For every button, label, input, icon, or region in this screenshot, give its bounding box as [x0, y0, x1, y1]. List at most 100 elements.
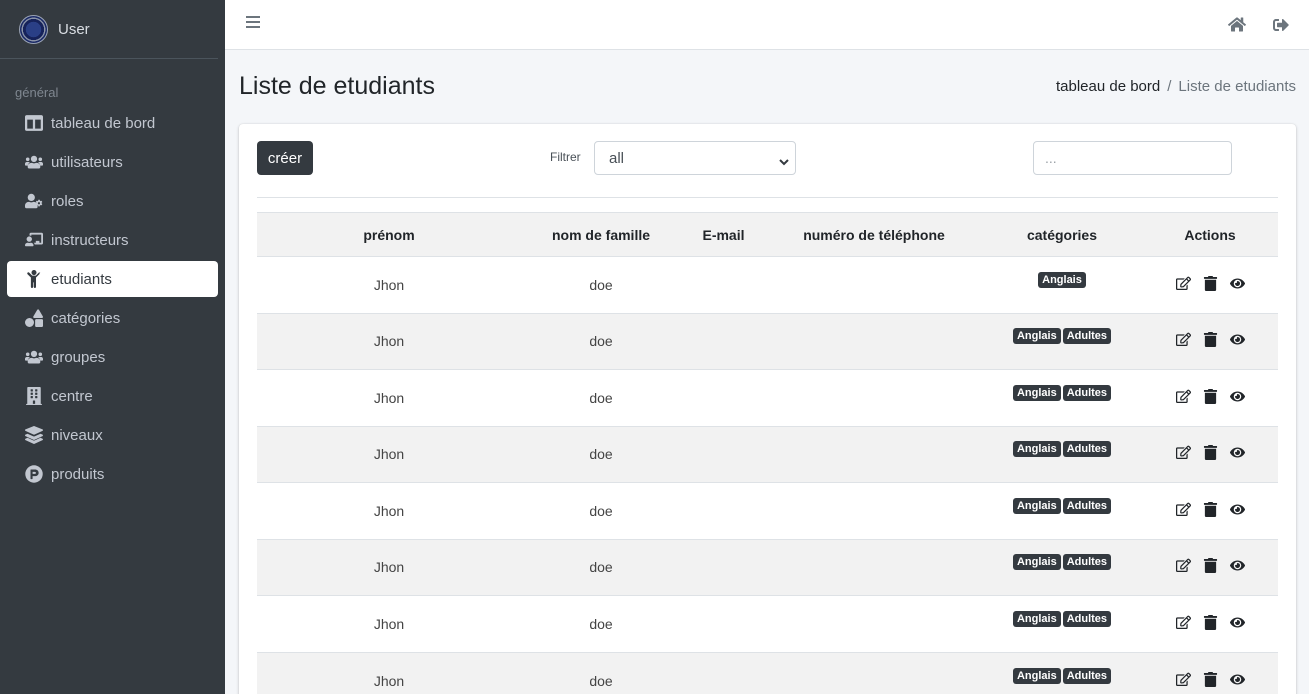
- layer-group-icon: [24, 426, 43, 445]
- cell-email: [681, 595, 766, 652]
- home-icon[interactable]: [1228, 16, 1246, 33]
- sidebar-item-label: tableau de bord: [51, 114, 156, 132]
- trash-icon[interactable]: [1203, 445, 1218, 461]
- eye-icon[interactable]: [1229, 389, 1245, 404]
- edit-icon[interactable]: [1175, 615, 1191, 630]
- sidebar-brand[interactable]: User: [0, 0, 218, 59]
- table-row: Jhon doe Anglais: [257, 256, 1278, 313]
- product-p-icon: [24, 465, 43, 484]
- child-icon: [24, 270, 43, 289]
- cell-nom: doe: [521, 651, 681, 694]
- filter-label: Filtrer: [550, 150, 581, 164]
- edit-icon[interactable]: [1175, 389, 1191, 404]
- sidebar-item-label: niveaux: [51, 426, 103, 444]
- category-badge: Adultes: [1062, 667, 1112, 684]
- cell-phone: [766, 256, 982, 313]
- table-header-row: prénom nom de famille E-mail numéro de t…: [257, 212, 1278, 257]
- sidebar-item-roles[interactable]: roles: [7, 183, 218, 219]
- eye-icon[interactable]: [1229, 445, 1245, 460]
- sidebar-item-categories[interactable]: catégories: [7, 300, 218, 336]
- cell-prenom: Jhon: [257, 482, 521, 539]
- cell-email: [681, 312, 766, 370]
- breadcrumb-current: Liste de etudiants: [1178, 78, 1296, 95]
- sidebar-item-instructeurs[interactable]: instructeurs: [7, 222, 218, 258]
- cell-categories: Anglais Adultes: [982, 425, 1142, 483]
- breadcrumb-home-link[interactable]: tableau de bord: [1056, 78, 1160, 95]
- trash-icon[interactable]: [1203, 558, 1218, 574]
- sidebar: User général tableau de bord utilisateurs…: [0, 0, 225, 694]
- sidebar-item-produits[interactable]: produits: [7, 456, 218, 492]
- table-row: Jhon doe Anglais Adultes: [257, 595, 1278, 652]
- cell-categories: Anglais Adultes: [982, 312, 1142, 370]
- category-badge: Anglais: [1012, 441, 1061, 458]
- eye-icon[interactable]: [1229, 276, 1245, 291]
- cell-actions: [1142, 369, 1278, 426]
- students-card: créer Filtrer all prénom nom de famille …: [239, 124, 1296, 694]
- sidebar-item-label: centre: [51, 387, 93, 405]
- column-header-phone[interactable]: numéro de téléphone: [766, 212, 982, 257]
- filter-select[interactable]: all: [594, 141, 796, 175]
- sidebar-item-utilisateurs[interactable]: utilisateurs: [7, 144, 218, 180]
- trash-icon[interactable]: [1203, 671, 1218, 687]
- column-header-actions: Actions: [1142, 212, 1278, 257]
- sidebar-item-label: catégories: [51, 309, 121, 327]
- menu-toggle-icon[interactable]: [246, 16, 260, 30]
- trash-icon[interactable]: [1203, 332, 1218, 348]
- edit-icon[interactable]: [1175, 445, 1191, 460]
- edit-icon[interactable]: [1175, 558, 1191, 573]
- cell-phone: [766, 651, 982, 694]
- column-header-nom[interactable]: nom de famille: [521, 212, 681, 257]
- cell-categories: Anglais Adultes: [982, 595, 1142, 652]
- trash-icon[interactable]: [1203, 614, 1218, 630]
- sidebar-item-tableau-de-bord[interactable]: tableau de bord: [7, 105, 218, 141]
- cell-phone: [766, 538, 982, 596]
- cell-email: [681, 651, 766, 694]
- cell-nom: doe: [521, 482, 681, 539]
- cell-phone: [766, 425, 982, 483]
- sidebar-item-label: utilisateurs: [51, 153, 123, 171]
- trash-icon[interactable]: [1203, 388, 1218, 404]
- table-row: Jhon doe Anglais Adultes: [257, 651, 1278, 694]
- category-badge: Anglais: [1012, 328, 1061, 345]
- eye-icon[interactable]: [1229, 615, 1245, 630]
- search-input[interactable]: [1033, 141, 1232, 175]
- category-badge: Adultes: [1062, 441, 1112, 458]
- sidebar-item-centre[interactable]: centre: [7, 378, 218, 414]
- category-badge: Anglais: [1012, 667, 1061, 684]
- cell-email: [681, 425, 766, 483]
- edit-icon[interactable]: [1175, 276, 1191, 291]
- sidebar-item-groupes[interactable]: groupes: [7, 339, 218, 375]
- create-button[interactable]: créer: [257, 141, 313, 175]
- cell-phone: [766, 312, 982, 370]
- cell-categories: Anglais Adultes: [982, 369, 1142, 426]
- edit-icon[interactable]: [1175, 332, 1191, 347]
- column-header-categories[interactable]: catégories: [982, 212, 1142, 257]
- table-row: Jhon doe Anglais Adultes: [257, 312, 1278, 370]
- cell-actions: [1142, 425, 1278, 483]
- eye-icon[interactable]: [1229, 332, 1245, 347]
- sidebar-item-label: instructeurs: [51, 231, 129, 249]
- sidebar-item-etudiants[interactable]: etudiants: [7, 261, 218, 297]
- eye-icon[interactable]: [1229, 558, 1245, 573]
- trash-icon[interactable]: [1203, 275, 1218, 291]
- column-header-prenom[interactable]: prénom: [257, 212, 521, 257]
- cell-prenom: Jhon: [257, 425, 521, 483]
- cell-actions: [1142, 595, 1278, 652]
- trash-icon[interactable]: [1203, 501, 1218, 517]
- edit-icon[interactable]: [1175, 502, 1191, 517]
- chalkboard-teacher-icon: [24, 231, 43, 250]
- sidebar-item-niveaux[interactable]: niveaux: [7, 417, 218, 453]
- column-header-email[interactable]: E-mail: [681, 212, 766, 257]
- breadcrumb-separator: /: [1167, 78, 1172, 95]
- user-avatar: [19, 14, 48, 44]
- logout-icon[interactable]: [1273, 17, 1289, 33]
- eye-icon[interactable]: [1229, 672, 1245, 687]
- category-badge: Anglais: [1038, 271, 1086, 288]
- edit-icon[interactable]: [1175, 672, 1191, 687]
- cell-categories: Anglais Adultes: [982, 651, 1142, 694]
- user-cog-icon: [24, 192, 43, 211]
- category-badge: Adultes: [1062, 384, 1112, 401]
- cell-actions: [1142, 538, 1278, 596]
- eye-icon[interactable]: [1229, 502, 1245, 517]
- cell-categories: Anglais Adultes: [982, 482, 1142, 539]
